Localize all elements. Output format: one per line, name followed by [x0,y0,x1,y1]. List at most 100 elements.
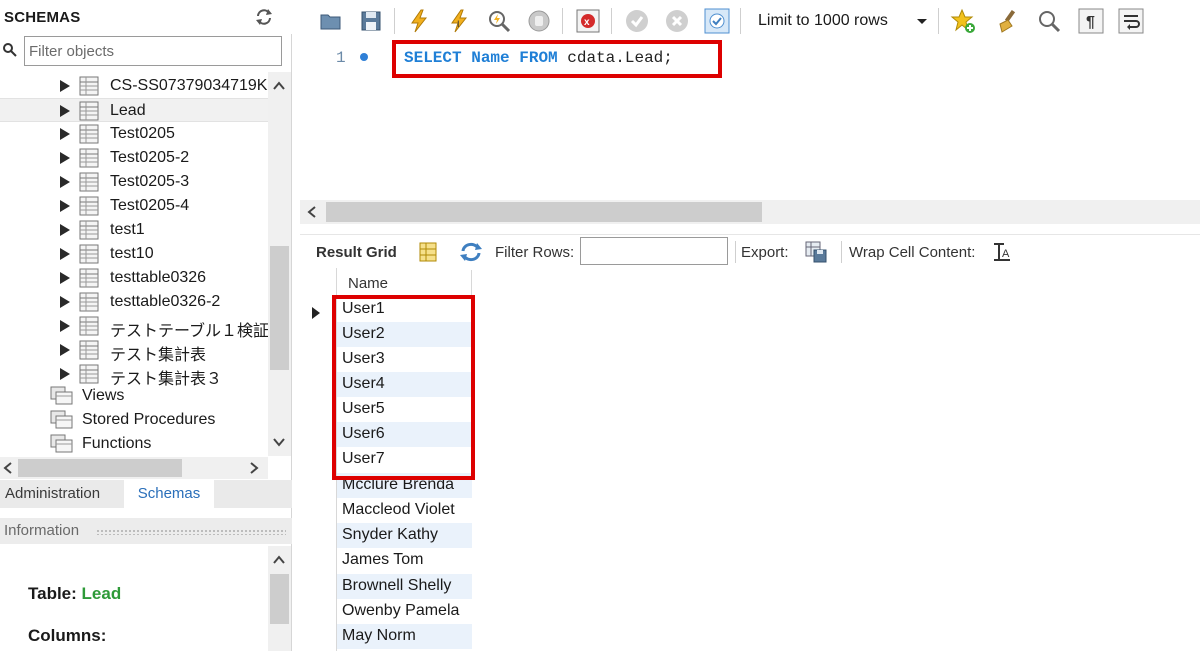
tree-vertical-scrollbar[interactable] [268,72,291,456]
table-cell[interactable]: James Tom [342,551,424,569]
scrollbar-thumb[interactable] [326,202,762,222]
invisible-chars-icon[interactable]: ¶ [1078,8,1104,34]
tree-item-table[interactable]: Test0205-2 [0,146,268,170]
tree-item-table[interactable]: test1 [0,218,268,242]
scrollbar-thumb[interactable] [18,459,182,477]
table-cell[interactable]: Snyder Kathy [342,526,438,544]
info-table-value: Lead [81,584,122,603]
table-row[interactable]: Brownell Shelly [337,574,472,599]
filter-rows-input[interactable] [580,237,728,265]
column-header-label: Name [348,275,389,292]
tree-item-table[interactable]: testtable0326-2 [0,290,268,314]
expand-arrow-icon[interactable] [60,128,70,140]
table-icon [79,148,99,168]
rollback-x-icon[interactable] [664,8,690,34]
autocommit-toggle-icon[interactable] [704,8,730,34]
stop-hand-icon[interactable] [526,8,552,34]
limit-rows-select[interactable]: Limit to 1000 rows [752,8,932,34]
expand-arrow-icon[interactable] [60,224,70,236]
refresh-icon[interactable] [458,241,484,263]
tree-item-table[interactable]: Test0205-3 [0,170,268,194]
expand-arrow-icon[interactable] [60,152,70,164]
table-row[interactable]: Maccleod Violet [337,498,472,523]
word-wrap-icon[interactable] [1118,8,1144,34]
expand-arrow-icon[interactable] [60,105,70,117]
execute-current-icon[interactable]: I [446,8,472,34]
information-scrollbar[interactable] [268,546,291,651]
tree-item-table[interactable]: テスト集計表 [0,338,268,364]
export-icon[interactable] [804,240,828,264]
information-header: Information [0,518,292,544]
expand-arrow-icon[interactable] [60,200,70,212]
grip-dots[interactable] [96,529,286,535]
expand-arrow-icon[interactable] [60,368,70,380]
expand-arrow-icon[interactable] [60,320,70,332]
line-marker-dot-icon [360,53,368,61]
tree-item-table[interactable]: テストテーブル１検証 [0,314,268,340]
tree-item-functions[interactable]: Functions [0,432,268,456]
tree-horizontal-scrollbar[interactable] [0,457,268,479]
tree-item-table-selected[interactable]: Lead [0,98,268,122]
tree-item-table[interactable]: Test0205-4 [0,194,268,218]
scrollbar-thumb[interactable] [270,574,289,624]
result-grid-tab[interactable]: Result Grid [316,244,397,261]
chevron-up-icon[interactable] [272,554,286,566]
tree-item-table[interactable]: テスト集計表３ [0,362,268,388]
filter-objects-input[interactable] [24,36,282,66]
tree-item-table[interactable]: test10 [0,242,268,266]
chevron-down-icon[interactable] [917,19,927,24]
commit-check-icon[interactable] [624,8,650,34]
explain-magnifier-icon[interactable] [486,8,512,34]
table-cell[interactable]: May Norm [342,627,416,645]
tree-item-table[interactable]: Test0205 [0,122,268,146]
table-icon [79,76,99,96]
beautify-brush-icon[interactable] [996,8,1022,34]
sql-statement[interactable]: SELECT Name FROM cdata.Lead; [404,49,673,67]
chevron-right-icon[interactable] [248,462,260,474]
chevron-down-icon[interactable] [272,436,286,448]
tree-item-table[interactable]: testtable0326 [0,266,268,290]
table-icon [79,124,99,144]
editor-horizontal-scrollbar[interactable] [300,200,1200,224]
svg-text:A: A [1002,248,1010,260]
scrollbar-thumb[interactable] [270,246,289,370]
expand-arrow-icon[interactable] [60,248,70,260]
expand-arrow-icon[interactable] [60,176,70,188]
toolbar-separator [562,8,563,34]
expand-arrow-icon[interactable] [60,272,70,284]
table-row[interactable]: May Norm [337,624,472,649]
expand-arrow-icon[interactable] [60,296,70,308]
wrap-cell-label: Wrap Cell Content: [849,244,976,261]
chevron-up-icon[interactable] [272,80,286,92]
save-icon[interactable] [358,8,384,34]
table-row[interactable]: James Tom [337,548,472,573]
tree-item-views[interactable]: Views [0,384,268,408]
tab-administration[interactable]: Administration [0,480,124,508]
tree-item-stored-procedures[interactable]: Stored Procedures [0,408,268,432]
sql-editor[interactable]: 1 SELECT Name FROM cdata.Lead; [300,40,1200,200]
execute-lightning-icon[interactable] [406,8,432,34]
toolbar-separator [394,8,395,34]
highlight-box-users [332,295,475,480]
table-cell[interactable]: Owenby Pamela [342,602,459,620]
table-row[interactable]: Owenby Pamela [337,599,472,624]
toggle-error-icon[interactable]: x [575,8,601,34]
current-row-arrow-icon [312,307,320,319]
schemas-header: SCHEMAS [0,0,292,34]
tab-schemas[interactable]: Schemas [124,480,214,508]
find-magnifier-icon[interactable] [1036,8,1062,34]
column-header-name[interactable]: Name [337,270,472,296]
refresh-icon[interactable] [254,7,274,27]
grid-layout-icon[interactable] [418,241,438,263]
expand-arrow-icon[interactable] [60,344,70,356]
wrap-text-icon[interactable]: A [992,241,1012,263]
table-cell[interactable]: Maccleod Violet [342,501,455,519]
chevron-left-icon[interactable] [306,206,318,218]
open-folder-icon[interactable] [318,8,344,34]
tree-item-table[interactable]: CS-SS07379034719K [0,74,268,98]
add-snippet-star-icon[interactable] [950,8,976,34]
expand-arrow-icon[interactable] [60,80,70,92]
chevron-left-icon[interactable] [2,462,14,474]
table-cell[interactable]: Brownell Shelly [342,577,451,595]
table-row[interactable]: Snyder Kathy [337,523,472,548]
